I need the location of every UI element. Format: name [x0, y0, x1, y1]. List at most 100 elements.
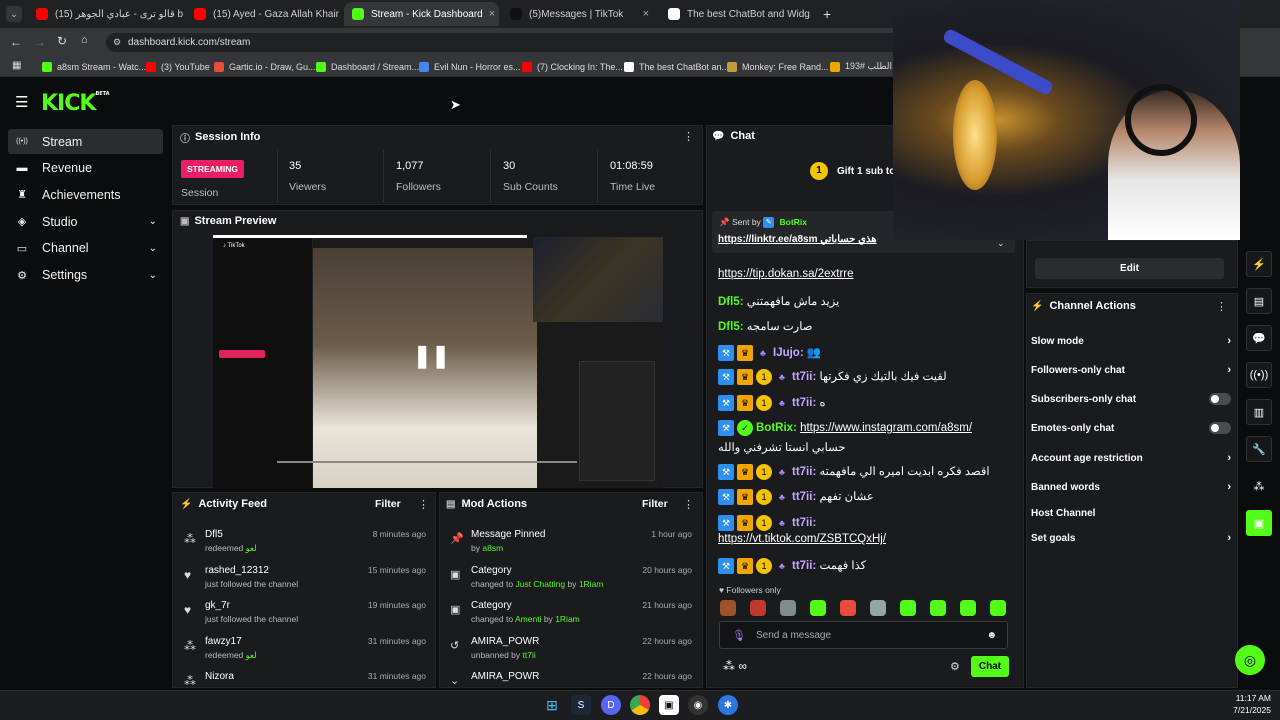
emote-icon[interactable] [780, 600, 796, 616]
steam-icon[interactable]: S [571, 695, 591, 715]
quick-actions-icon[interactable]: ⚡ [1246, 251, 1272, 277]
chat-username[interactable]: tt7ii: [792, 560, 816, 572]
chat-input[interactable]: 🎙 Send a message ☻ [719, 621, 1008, 649]
chat-message[interactable]: ⚒ ♛ 1 ♣ tt7ii: اقصد فكره ابديت اميره الي ماف… [718, 464, 990, 480]
emote-icon[interactable] [810, 600, 826, 616]
channel-action-followers-only-chat[interactable]: Followers-only chat › [1031, 360, 1231, 380]
reload-icon[interactable]: ↻ [57, 34, 67, 48]
emote-icon[interactable] [960, 600, 976, 616]
bookmark-item[interactable]: (3) YouTube [146, 56, 210, 77]
channel-actions-menu-icon[interactable]: ⋮ [1216, 300, 1227, 313]
notes-icon[interactable]: ▤ [1246, 288, 1272, 314]
microphone-icon[interactable]: 🎙 [732, 629, 746, 642]
chat-rail-icon[interactable]: 💬 [1246, 325, 1272, 351]
new-tab-button[interactable]: + [823, 6, 831, 22]
browser-tab[interactable]: Stream - Kick Dashboard × [344, 2, 499, 26]
chat-username[interactable]: BotRix: [756, 422, 797, 434]
chat-message[interactable]: Dfl5: صارت سامجه [718, 319, 813, 333]
app-icon[interactable]: ✱ [718, 695, 738, 715]
chat-message[interactable]: https://vt.tiktok.com/ZSBTCQxHj/ [718, 533, 886, 545]
emote-icon[interactable] [990, 600, 1006, 616]
pause-icon[interactable]: ❚❚ [413, 343, 450, 369]
channel-action-subscribers-only-chat[interactable]: Subscribers-only chat [1031, 389, 1231, 409]
toggle-switch[interactable] [1209, 422, 1231, 434]
chat-message[interactable]: ⚒ ♛ 1 ♣ tt7ii: [718, 515, 816, 531]
bookmark-item[interactable]: Gartic.io - Draw, Gu... [214, 56, 316, 77]
tab-search-button[interactable]: ⌄ [6, 6, 22, 22]
chat-message[interactable]: ⚒ ♛ ♣ IJujo: 👥 [718, 345, 821, 361]
emote-icon[interactable] [900, 600, 916, 616]
activity-filter-button[interactable]: Filter [375, 498, 401, 510]
chat-message-text[interactable]: https://vt.tiktok.com/ZSBTCQxHj/ [718, 533, 886, 545]
channel-action-set-goals[interactable]: Set goals › [1031, 528, 1231, 548]
chat-message[interactable]: Dfl5: يزيد ماش مافهمتني [718, 294, 839, 308]
sidebar-item-stream[interactable]: ((•)) Stream [8, 129, 163, 154]
emote-icon[interactable] [750, 600, 766, 616]
channel-action-banned-words[interactable]: Banned words › [1031, 477, 1231, 497]
chat-message[interactable]: حسابي انستا تشرفني والله [718, 440, 845, 454]
chat-send-button[interactable]: Chat [971, 656, 1009, 677]
sidebar-item-revenue[interactable]: ▬ Revenue [8, 156, 163, 181]
bookmark-item[interactable]: (7) Clocking In: The... [522, 56, 623, 77]
emote-icon[interactable] [930, 600, 946, 616]
chat-username[interactable]: tt7ii: [792, 466, 816, 478]
chat-message[interactable]: https://tip.dokan.sa/2extrre [718, 268, 854, 280]
chat-username[interactable]: Dfl5: [718, 296, 744, 308]
support-chat-icon[interactable]: ◎ [1235, 645, 1265, 675]
home-icon[interactable]: ⌂ [81, 34, 88, 46]
emote-icon[interactable] [870, 600, 886, 616]
emote-icon[interactable] [840, 600, 856, 616]
channel-action-emotes-only-chat[interactable]: Emotes-only chat [1031, 418, 1231, 438]
chat-message-text[interactable]: https://tip.dokan.sa/2extrre [718, 268, 854, 280]
toggle-switch[interactable] [1209, 393, 1231, 405]
chat-username[interactable]: tt7ii: [792, 491, 816, 503]
capcut-icon[interactable]: ▣ [659, 695, 679, 715]
emote-icon[interactable] [720, 600, 736, 616]
forward-icon[interactable]: → [34, 35, 46, 49]
channel-action-host-channel[interactable]: Host Channel [1031, 503, 1231, 523]
sidebar-item-settings[interactable]: ⚙ Settings ⌄ [8, 263, 163, 288]
windows-start-icon[interactable]: ⊞ [542, 695, 562, 715]
chat-message[interactable]: ⚒ ♛ 1 ♣ tt7ii: كذا فهمت [718, 558, 866, 574]
channel-action-slow-mode[interactable]: Slow mode › [1031, 331, 1231, 351]
edit-button[interactable]: Edit [1035, 258, 1224, 279]
chat-username[interactable]: tt7ii: [792, 371, 816, 383]
dots-icon[interactable]: ⁂ [1246, 473, 1272, 499]
back-icon[interactable]: ← [10, 35, 22, 49]
chrome-icon[interactable] [630, 695, 650, 715]
url-input[interactable]: dashboard.kick.com/stream [106, 33, 926, 52]
apps-icon[interactable]: ▦ [12, 60, 21, 71]
bookmark-item[interactable]: 193# الطلب... [830, 56, 900, 77]
close-icon[interactable]: × [637, 8, 649, 20]
browser-tab[interactable]: (15) Ayed - Gaza Allah Khair (T × [186, 2, 341, 26]
chat-message[interactable]: ⚒ ✓ BotRix: https://www.instagram.com/a8sm… [718, 420, 972, 436]
site-info-icon[interactable]: ⚙ [113, 37, 121, 48]
obs-icon[interactable]: ◉ [688, 695, 708, 715]
bookmark-item[interactable]: Monkey: Free Rand... [727, 56, 829, 77]
chat-message-text[interactable]: https://www.instagram.com/a8sm/ [800, 422, 972, 434]
sidebar-item-achievements[interactable]: ♜ Achievements [8, 182, 163, 207]
chat-message[interactable]: ⚒ ♛ 1 ♣ tt7ii: عشان تفهم [718, 489, 874, 505]
chat-username[interactable]: Dfl5: [718, 321, 744, 333]
bookmark-item[interactable]: a8sm Stream - Watc... [42, 56, 146, 77]
chat-username[interactable]: IJujo: [773, 347, 804, 359]
wrench-icon[interactable]: 🔧 [1246, 436, 1272, 462]
mod-filter-button[interactable]: Filter [642, 498, 668, 510]
browser-tab[interactable]: The best ChatBot and Widg × [660, 2, 810, 26]
chat-username[interactable]: tt7ii: [792, 517, 816, 529]
session-menu-icon[interactable]: ⋮ [683, 130, 694, 143]
browser-tab[interactable]: (5)Messages | TikTok × [502, 2, 657, 26]
stream-video[interactable]: ♪ TikTok ❚❚ [213, 233, 663, 488]
mod-tools-icon[interactable]: ▥ [1246, 399, 1272, 425]
bookmark-item[interactable]: Dashboard / Stream... [316, 56, 419, 77]
chat-message[interactable]: ⚒ ♛ 1 ♣ tt7ii: لقيت فيك بالتيك زي فكرتها [718, 369, 947, 385]
chat-username[interactable]: tt7ii: [792, 397, 816, 409]
bookmark-item[interactable]: Evil Nun - Horror es... [419, 56, 521, 77]
bookmark-item[interactable]: The best ChatBot an... [624, 56, 729, 77]
channel-action-account-age-restriction[interactable]: Account age restriction › [1031, 448, 1231, 468]
points-icon[interactable]: ⁂ ∞ [723, 659, 747, 673]
green-widget-icon[interactable]: ▣ [1246, 510, 1272, 536]
activity-menu-icon[interactable]: ⋮ [418, 498, 429, 511]
sidebar-item-channel[interactable]: ▭ Channel ⌄ [8, 236, 163, 261]
mod-menu-icon[interactable]: ⋮ [683, 498, 694, 511]
